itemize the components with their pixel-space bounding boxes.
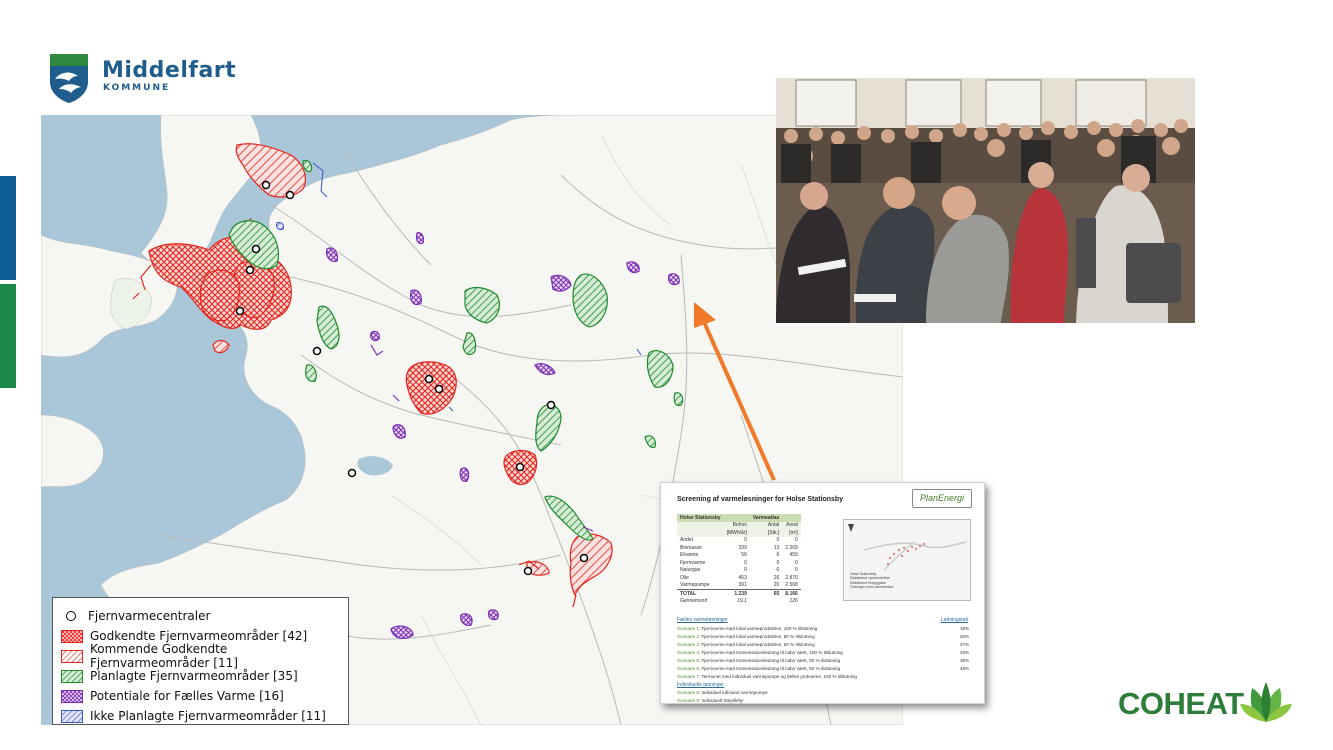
scenario-row: Scenarie 9: Individuelt træpillefyr	[677, 698, 744, 703]
scenario-share: 18%	[960, 626, 970, 631]
scenarios-heading[interactable]: Fælles varmeløsninger	[677, 617, 728, 623]
legend-label: Kommende Godkendte Fjernvarmeområder [11…	[90, 642, 238, 670]
legend-item-unplanned: Ikke Planlagte Fjernvarmeområder [11]	[61, 706, 340, 726]
table-row: Varmepumpe 391 20 2.568	[680, 582, 798, 589]
scenario-row: Scenarie 4: Fjernvarme med transmissions…	[677, 650, 843, 655]
scenario-share: 33%	[960, 650, 970, 655]
scenario-row: Scenarie 3: Fjernvarme med lokal varmepr…	[677, 642, 815, 647]
crosshatch-purple-icon	[61, 689, 83, 703]
legend-item-potential: Potentiale for Fælles Varme [16]	[61, 686, 340, 706]
table-total: TOTAL 1.239 65 8.166	[677, 589, 801, 598]
hatch-green-icon	[61, 669, 83, 683]
heat-table: Holse Stationsby Varmeatlas Behov Antal A…	[677, 514, 801, 605]
legend-label: Planlagte Fjernvarmeområder [35]	[90, 669, 298, 683]
table-row: Olie 453 26 2.870	[680, 574, 798, 581]
scenario-row: Scenarie 1: Fjernvarme med lokal varmepr…	[677, 626, 818, 631]
scenario-row: Scenarie 5: Fjernvarme med transmissions…	[677, 658, 841, 663]
brand-bar-blue	[0, 176, 16, 280]
logo-subtitle: KOMMUNE	[103, 83, 171, 93]
leaf-icon	[1240, 682, 1292, 722]
crosshatch-red-icon	[61, 629, 83, 643]
hatch-red-icon	[61, 649, 83, 663]
table-row: Andet 0 0 0	[680, 537, 798, 544]
legend-label: Ikke Planlagte Fjernvarmeområder [11]	[90, 709, 326, 723]
map-legend: Fjernvarmecentraler Godkendte Fjernvarme…	[52, 597, 349, 725]
scenario-share: 48%	[960, 666, 970, 671]
planenergi-logo: PlanEnergi	[912, 489, 972, 508]
report-mini-map: Holse Stationsby Middelstort varmeområde…	[843, 519, 971, 601]
legend-item-upcoming: Kommende Godkendte Fjernvarmeområder [11…	[61, 642, 340, 670]
report-title: Screening af varmeløsninger for Holse St…	[677, 496, 844, 503]
coheat-wordmark: COHEAT	[1118, 686, 1244, 721]
scenario-row: Scenarie 6: Fjernvarme med transmissions…	[677, 666, 841, 671]
map-legend-line: Forbruger med varmebehov	[850, 585, 894, 590]
scenario-row: Scenarie 7: Termonet med individuel varm…	[677, 674, 857, 679]
legend-label: Potentiale for Fælles Varme [16]	[90, 689, 284, 703]
coheat-logo[interactable]: COHEAT	[1118, 680, 1298, 730]
dolphin-shield-icon	[50, 54, 88, 103]
meeting-photo	[776, 78, 1195, 323]
table-row: Naturgas 0 0 0	[680, 567, 798, 574]
table-average: Gennemsnit 19,1 126	[680, 598, 798, 605]
legend-label: Fjernvarmecentraler	[88, 609, 211, 623]
table-header: Holse Stationsby Varmeatlas	[677, 514, 801, 522]
pointer-arrow	[694, 302, 776, 481]
legend-label: Godkendte Fjernvarmeområder [42]	[90, 629, 308, 643]
logo-name: Middelfart	[102, 58, 237, 83]
scenario-row: Scenarie 2: Fjernvarme med lokal varmepr…	[677, 634, 815, 639]
middelfart-logo[interactable]: Middelfart KOMMUNE	[48, 52, 248, 104]
table-row: Biomasse 339 13 2.269	[680, 544, 798, 551]
scenario-share: 38%	[960, 658, 970, 663]
scenario-share: 27%	[960, 642, 970, 647]
brand-bar-green	[0, 284, 16, 388]
plant-circle-icon	[66, 611, 76, 621]
table-row: Fjernvarme 0 0 0	[680, 559, 798, 566]
scenario-row: Scenarie 8: Individuel luft/vand varmepu…	[677, 690, 768, 695]
loss-heading[interactable]: Ledningstab	[941, 617, 968, 623]
legend-item-plants: Fjernvarmecentraler	[61, 606, 340, 626]
screening-report[interactable]: Screening af varmeløsninger for Holse St…	[660, 482, 985, 704]
individual-heading[interactable]: Individuelle løsninger	[677, 682, 724, 688]
table-row: Elvarme 56 6 459	[680, 552, 798, 559]
scenario-share: 20%	[960, 634, 970, 639]
hatch-blue-icon	[61, 709, 83, 723]
north-arrow-icon	[848, 524, 854, 532]
